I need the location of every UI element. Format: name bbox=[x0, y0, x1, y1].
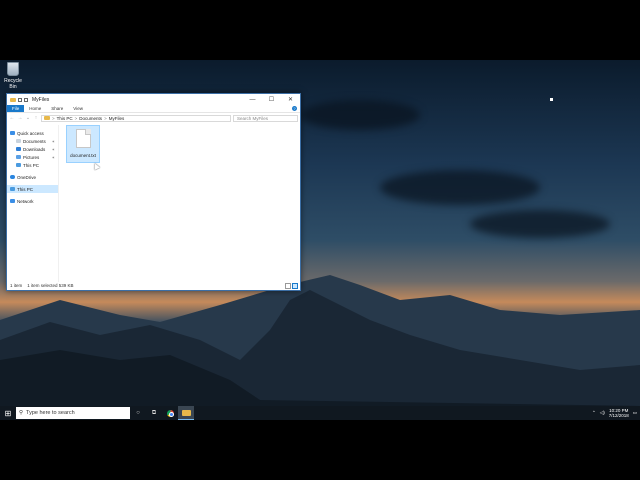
chrome-icon bbox=[166, 409, 174, 417]
nav-pictures[interactable]: Pictures ✶ bbox=[7, 153, 58, 161]
star-icon bbox=[10, 131, 15, 135]
recycle-bin[interactable]: Recycle Bin bbox=[2, 62, 24, 90]
search-input[interactable]: Search MyFiles bbox=[233, 114, 298, 122]
mouse-pointer-icon bbox=[92, 162, 100, 170]
cloud-icon bbox=[10, 175, 15, 179]
network-icon bbox=[10, 199, 15, 203]
tab-file[interactable]: File bbox=[7, 105, 25, 112]
stray-pixel bbox=[550, 98, 553, 101]
tab-view[interactable]: View bbox=[68, 105, 88, 112]
selection-info: 1 item selected 539 KB bbox=[27, 283, 74, 288]
nav-label: Quick access bbox=[17, 130, 44, 136]
taskbar: ⊞ ⚲ Type here to search ○ ⧉ ⌃ ◁) 10:20 P… bbox=[0, 406, 640, 420]
file-item[interactable]: document.txt bbox=[66, 125, 100, 163]
tab-home[interactable]: Home bbox=[24, 105, 46, 112]
download-icon bbox=[16, 147, 21, 151]
item-count: 1 item bbox=[10, 283, 23, 288]
nav-onedrive[interactable]: OneDrive bbox=[7, 173, 58, 181]
text-file-icon bbox=[75, 129, 91, 148]
system-tray: ⌃ ◁) 10:20 PM 7/12/2018 ▭ bbox=[592, 408, 640, 418]
explorer-window[interactable]: MyFiles — ☐ ✕ File Home Share View ? ← →… bbox=[6, 93, 301, 291]
task-view-button[interactable]: ⧉ bbox=[146, 406, 162, 420]
cortana-button[interactable]: ○ bbox=[130, 406, 146, 420]
breadcrumb-separator: > bbox=[52, 115, 55, 121]
address-bar[interactable]: > This PC > Documents > MyFiles bbox=[41, 114, 231, 122]
taskbar-search-placeholder: Type here to search bbox=[26, 410, 75, 416]
window-body: Quick access Documents ✶ Downloads ✶ Pic… bbox=[7, 125, 300, 282]
breadcrumb-documents[interactable]: Documents bbox=[79, 116, 102, 121]
chevron-up-icon[interactable]: ⌃ bbox=[592, 410, 596, 416]
minimize-button[interactable]: — bbox=[243, 94, 262, 105]
breadcrumb-separator: > bbox=[74, 115, 78, 121]
nav-this-pc-quick[interactable]: This PC bbox=[7, 161, 58, 169]
maximize-button[interactable]: ☐ bbox=[262, 94, 281, 105]
nav-documents[interactable]: Documents ✶ bbox=[7, 137, 58, 145]
tab-share[interactable]: Share bbox=[46, 105, 68, 112]
ribbon-tabs: File Home Share View ? bbox=[7, 105, 300, 113]
volume-icon[interactable]: ◁) bbox=[600, 410, 605, 416]
large-icons-view-icon[interactable] bbox=[292, 282, 298, 289]
breadcrumb-myfiles[interactable]: MyFiles bbox=[109, 116, 125, 121]
notification-icon[interactable]: ▭ bbox=[633, 410, 637, 416]
nav-downloads[interactable]: Downloads ✶ bbox=[7, 145, 58, 153]
title-bar[interactable]: MyFiles — ☐ ✕ bbox=[7, 94, 300, 105]
start-button[interactable]: ⊞ bbox=[0, 406, 16, 420]
address-row: ← → ⌄ ↑ > This PC > Documents > MyFiles … bbox=[7, 113, 300, 123]
quick-access-toolbar bbox=[10, 97, 28, 102]
details-view-icon[interactable] bbox=[285, 282, 291, 289]
pin-icon: ✶ bbox=[51, 154, 55, 160]
computer-icon bbox=[10, 187, 15, 191]
window-controls: — ☐ ✕ bbox=[243, 94, 300, 105]
nav-label: Network bbox=[17, 198, 34, 204]
documents-icon bbox=[16, 139, 21, 143]
recent-locations-button[interactable]: ⌄ bbox=[25, 115, 31, 121]
search-icon: ⚲ bbox=[19, 410, 24, 416]
nav-label: Downloads bbox=[23, 146, 46, 152]
letterbox-bottom bbox=[0, 420, 640, 480]
folder-icon bbox=[10, 97, 16, 102]
pictures-icon bbox=[16, 155, 21, 159]
properties-icon[interactable] bbox=[18, 97, 22, 102]
recycle-bin-label: Recycle Bin bbox=[4, 78, 22, 90]
nav-label: This PC bbox=[17, 186, 34, 192]
view-switcher bbox=[285, 282, 298, 289]
breadcrumb-separator: > bbox=[104, 115, 107, 121]
breadcrumb-this-pc[interactable]: This PC bbox=[57, 116, 73, 121]
window-title: MyFiles bbox=[32, 96, 50, 103]
pin-icon: ✶ bbox=[51, 138, 55, 144]
status-bar: 1 item 1 item selected 539 KB bbox=[7, 281, 300, 290]
nav-label: Documents bbox=[23, 138, 46, 144]
clock-date: 7/12/2018 bbox=[608, 413, 629, 418]
nav-network[interactable]: Network bbox=[7, 197, 58, 205]
letterbox-top bbox=[0, 0, 640, 60]
computer-icon bbox=[16, 163, 21, 167]
clock[interactable]: 10:20 PM 7/12/2018 bbox=[609, 408, 629, 418]
pin-icon: ✶ bbox=[51, 146, 55, 152]
chrome-taskbar-button[interactable] bbox=[162, 406, 178, 420]
close-button[interactable]: ✕ bbox=[281, 94, 300, 105]
file-list[interactable]: document.txt bbox=[59, 125, 300, 282]
folder-icon bbox=[44, 116, 50, 120]
screen: Recycle Bin MyFiles — ☐ ✕ File Home Shar… bbox=[0, 0, 640, 480]
help-icon[interactable]: ? bbox=[292, 106, 297, 111]
back-button[interactable]: ← bbox=[9, 115, 15, 121]
file-explorer-taskbar-button[interactable] bbox=[178, 406, 194, 420]
file-name: document.txt bbox=[70, 153, 96, 158]
forward-button[interactable]: → bbox=[17, 115, 23, 121]
nav-this-pc[interactable]: This PC bbox=[7, 185, 58, 193]
up-button[interactable]: ↑ bbox=[33, 115, 39, 121]
nav-label: Pictures bbox=[23, 154, 40, 160]
nav-quick-access[interactable]: Quick access bbox=[7, 129, 58, 137]
folder-icon bbox=[181, 409, 191, 416]
nav-label: OneDrive bbox=[17, 174, 37, 180]
nav-label: This PC bbox=[23, 162, 40, 168]
navigation-pane[interactable]: Quick access Documents ✶ Downloads ✶ Pic… bbox=[7, 125, 59, 282]
new-folder-icon[interactable] bbox=[24, 97, 28, 102]
recycle-bin-icon bbox=[7, 62, 19, 76]
taskbar-search-box[interactable]: ⚲ Type here to search bbox=[16, 407, 130, 419]
